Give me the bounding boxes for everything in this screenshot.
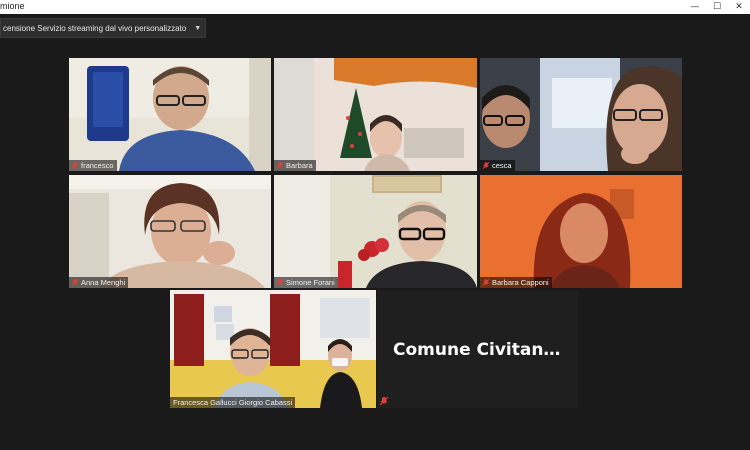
mic-muted-icon [71, 161, 79, 170]
mic-muted-icon [482, 161, 490, 170]
video-tile-anna-menghi[interactable]: Anna Menghi [69, 175, 271, 288]
session-dropdown[interactable]: censione Servizio streaming dal vivo per… [0, 18, 207, 38]
video-tile-simone-forani[interactable]: Simone Forani [274, 175, 477, 288]
participant-name: cesca [492, 161, 512, 170]
mic-muted-icon [482, 278, 490, 287]
participant-display-name: Comune Civitan… [393, 340, 561, 360]
participant-video [69, 175, 271, 288]
name-tag: cesca [480, 160, 515, 171]
name-tag: Francesca Gallucci Giorgio Cabassi [170, 397, 296, 408]
participant-video [170, 290, 376, 408]
name-tag: Simone Forani [274, 277, 338, 288]
video-tile-barbara[interactable]: Barbara [274, 58, 477, 171]
participant-video [480, 175, 682, 288]
participant-name: Simone Forani [286, 278, 335, 287]
name-tag: Anna Menghi [69, 277, 129, 288]
video-tile-cesca[interactable]: cesca [480, 58, 682, 171]
video-tile-text-only[interactable]: Comune Civitan… [377, 290, 578, 408]
name-tag: Barbara Capponi [480, 277, 552, 288]
maximize-button[interactable]: ☐ [706, 0, 728, 14]
participant-video [69, 58, 271, 171]
mic-muted-icon [379, 396, 389, 406]
participant-name: Barbara Capponi [492, 278, 549, 287]
window-controls: — ☐ ✕ [684, 0, 750, 14]
video-tile-barbara-capponi[interactable]: Barbara Capponi [480, 175, 682, 288]
session-title: censione Servizio streaming dal vivo per… [3, 23, 187, 33]
participant-video [480, 58, 682, 171]
mic-muted-icon [276, 161, 284, 170]
close-button[interactable]: ✕ [728, 0, 750, 14]
name-tag: Barbara [274, 160, 316, 171]
window-title-bar: mione — ☐ ✕ [0, 0, 750, 14]
minimize-button[interactable]: — [684, 0, 706, 14]
participant-name: Anna Menghi [81, 278, 126, 287]
participant-name: francesco [81, 161, 114, 170]
chevron-down-icon: ▼ [194, 24, 202, 32]
participant-video [274, 175, 477, 288]
mic-muted-icon [276, 278, 284, 287]
video-tile-active-speaker[interactable]: Francesca Gallucci Giorgio Cabassi [170, 290, 376, 408]
window-title: mione [0, 1, 25, 11]
video-tile-francesco[interactable]: francesco [69, 58, 271, 171]
participant-name: Barbara [286, 161, 313, 170]
mic-muted-icon [71, 278, 79, 287]
name-tag: francesco [69, 160, 117, 171]
participant-name: Francesca Gallucci Giorgio Cabassi [173, 398, 293, 407]
participant-video [274, 58, 477, 171]
